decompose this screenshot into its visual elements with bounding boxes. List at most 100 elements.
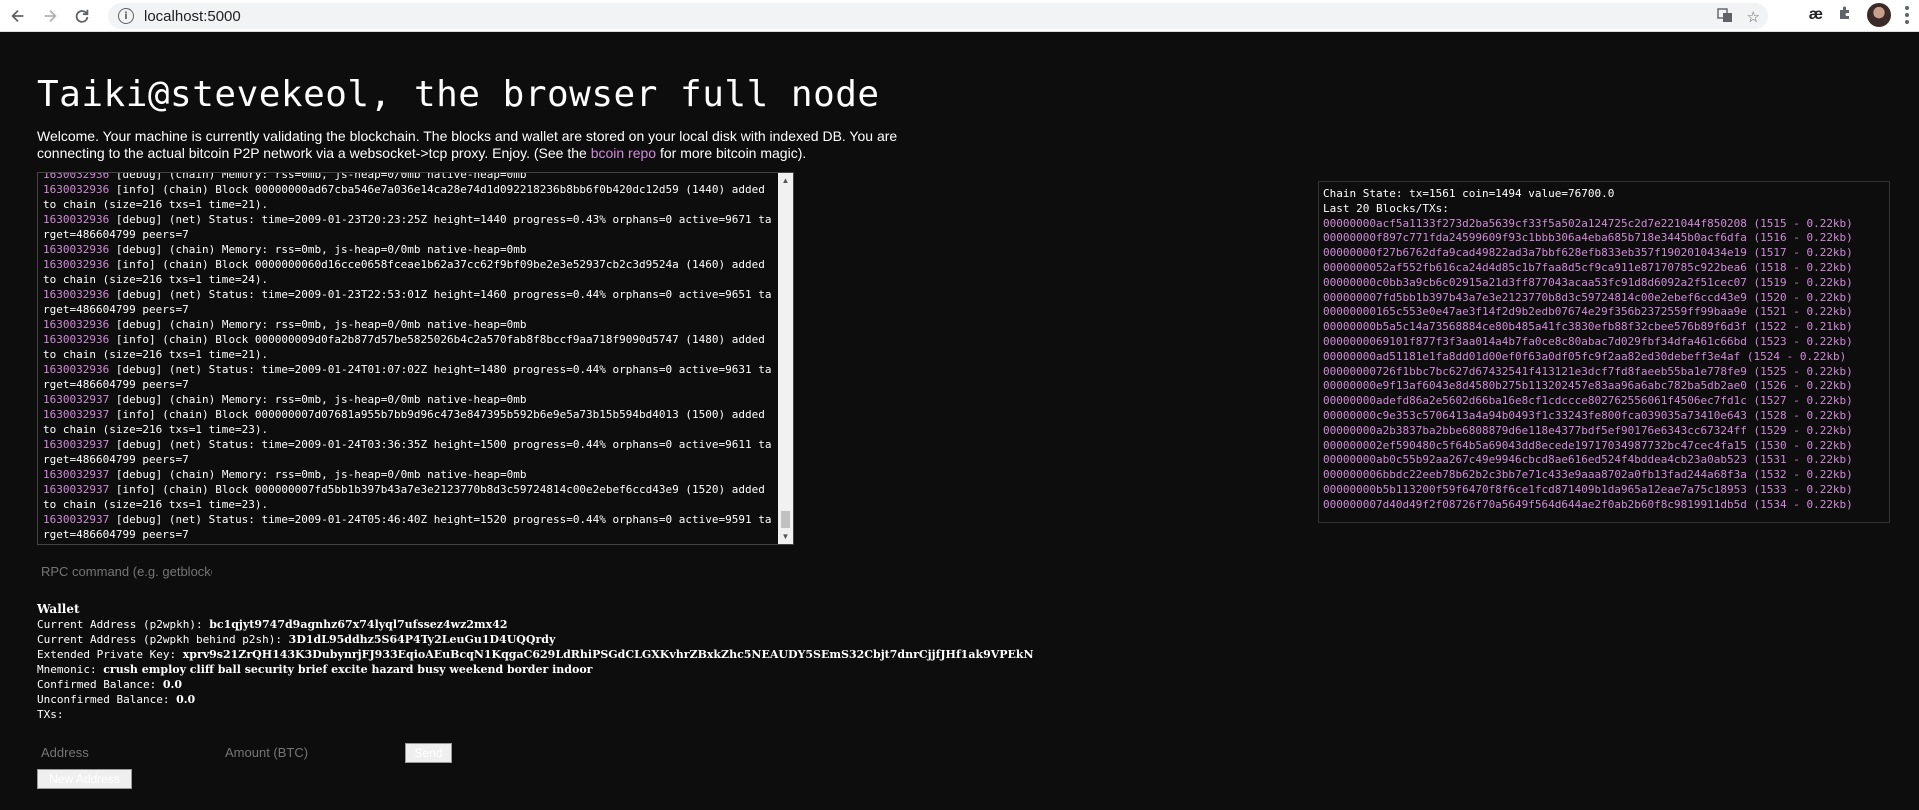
log-line: 1630032936 [debug] (chain) Memory: rss=0… [43, 242, 773, 257]
browser-menu-icon[interactable] [1905, 6, 1909, 24]
block-row[interactable]: 000000007fd5bb1b397b43a7e3e2123770b8d3c5… [1323, 291, 1885, 306]
send-amount-input[interactable] [221, 741, 396, 763]
back-icon[interactable] [4, 2, 32, 30]
log-timestamp: 1630032937 [43, 468, 110, 481]
block-hash: 00000000a2b3837ba2bbe6808879d6e118e4377b… [1323, 423, 1747, 437]
log-timestamp: 1630032936 [43, 258, 110, 271]
block-row[interactable]: 00000000acf5a1133f273d2ba5639cf33f5a502a… [1323, 217, 1885, 232]
block-info: (1530 - 0.22kb) [1746, 438, 1853, 452]
unconfirmed-balance-row: Unconfirmed Balance: 0.0 [37, 692, 1034, 707]
block-row[interactable]: 00000000adefd86a2e5602d66ba16e8cf1cdccce… [1323, 394, 1885, 409]
log-timestamp: 1630032936 [43, 333, 110, 346]
block-row[interactable]: 00000000c0bb3a9cb6c02915a21d3ff877043aca… [1323, 276, 1885, 291]
unconfirmed-label: Unconfirmed Balance: [37, 693, 177, 706]
block-row[interactable]: 0000000052af552fb616ca24d4d85c1b7faa8d5c… [1323, 261, 1885, 276]
xpriv-value: xprv9s21ZrQH143K3DubynrjFJ933EqioAEuBcqN… [182, 648, 1034, 661]
log-line: 1630032936 [debug] (chain) Memory: rss=0… [43, 317, 773, 332]
send-button[interactable]: Send [405, 743, 452, 763]
profile-avatar[interactable] [1867, 3, 1891, 27]
p2sh-address: 3D1dL95ddhz5S64P4Ty2LeuGu1D4UQQrdy [288, 633, 556, 646]
log-timestamp: 1630032936 [43, 363, 110, 376]
block-row[interactable]: 000000006bbdc22eeb78b62b2c3bb7e71c433e9a… [1323, 468, 1885, 483]
block-info: (1532 - 0.22kb) [1746, 468, 1853, 482]
block-info: (1529 - 0.22kb) [1746, 423, 1853, 437]
new-address-button[interactable]: New Address [37, 769, 132, 789]
block-info: (1523 - 0.22kb) [1746, 334, 1853, 348]
block-info: (1533 - 0.22kb) [1746, 482, 1853, 496]
bcoin-repo-link[interactable]: bcoin repo [591, 145, 656, 161]
block-row[interactable]: 000000007d40d49f2f08726f70a5649f564d644a… [1323, 498, 1885, 513]
unconfirmed-balance: 0.0 [176, 693, 196, 706]
block-hash: 00000000c9e353c5706413a4a94b0493f1c33243… [1323, 408, 1747, 422]
scroll-up-icon[interactable]: ▲ [778, 173, 793, 188]
log-scrollbar[interactable]: ▲ ▼ [778, 173, 793, 544]
block-row[interactable]: 00000000b5b113200f59f6470f8f6ce1fcd87140… [1323, 483, 1885, 498]
log-message: [debug] (chain) Memory: rss=0mb, js-heap… [109, 393, 527, 406]
block-row[interactable]: 0000000069101f877f3f3aa014a4b7fa0ce8c80a… [1323, 335, 1885, 350]
block-row[interactable]: 00000000e9f13af6043e8d4580b275b113202457… [1323, 379, 1885, 394]
block-row[interactable]: 00000000c9e353c5706413a4a94b0493f1c33243… [1323, 409, 1885, 424]
log-message: [debug] (net) Status: time=2009-01-23T22… [43, 288, 772, 316]
rpc-command-input[interactable] [37, 559, 212, 583]
block-hash: 0000000069101f877f3f3aa014a4b7fa0ce8c80a… [1323, 334, 1747, 348]
log-timestamp: 1630032936 [43, 183, 110, 196]
log-console[interactable]: 1630032936 [debug] (chain) Memory: rss=0… [37, 172, 794, 545]
extension-ae-icon[interactable]: æ [1809, 6, 1823, 24]
send-address-input[interactable] [37, 741, 212, 763]
forward-icon[interactable] [36, 2, 64, 30]
confirmed-label: Confirmed Balance: [37, 678, 163, 691]
block-row[interactable]: 000000002ef590480c5f64b5a69043dd8ecede19… [1323, 439, 1885, 454]
mnemonic-label: Mnemonic: [37, 663, 104, 676]
log-message: [debug] (net) Status: time=2009-01-24T05… [43, 513, 772, 541]
log-timestamp: 1630032936 [43, 172, 110, 181]
page-title: Taiki@stevekeol, the browser full node [37, 74, 880, 115]
block-info: (1524 - 0.22kb) [1740, 349, 1847, 363]
translate-icon[interactable] [1716, 7, 1733, 27]
log-line: 1630032936 [debug] (net) Status: time=20… [43, 212, 773, 242]
log-line: 1630032936 [info] (chain) Block 00000000… [43, 257, 773, 287]
puzzle-extensions-icon[interactable] [1837, 5, 1853, 26]
mnemonic-value: crush employ cliff ball security brief e… [103, 663, 593, 676]
block-row[interactable]: 00000000f27b6762dfa9cad49822ad3a7bbf628e… [1323, 246, 1885, 261]
block-info: (1516 - 0.22kb) [1746, 231, 1853, 245]
site-info-icon[interactable]: i [118, 8, 134, 24]
block-row[interactable]: 00000000ad51181e1fa8dd01d00ef0f63a0df05f… [1323, 350, 1885, 365]
log-message: [debug] (chain) Memory: rss=0mb, js-heap… [109, 243, 527, 256]
log-message: [info] (chain) Block 000000009d0fa2b877d… [43, 333, 772, 361]
block-row[interactable]: 00000000b5a5c14a73568884ce80b485a41fc383… [1323, 320, 1885, 335]
log-message: [debug] (chain) Memory: rss=0mb, js-heap… [109, 172, 527, 181]
block-row[interactable]: 00000000726f1bbc7bc627d67432541f413121e3… [1323, 365, 1885, 380]
log-line: 1630032937 [debug] (chain) Memory: rss=0… [43, 467, 773, 482]
block-info: (1531 - 0.22kb) [1746, 453, 1853, 467]
block-row[interactable]: 00000000ab0c55b92aa267c49e9946cbcd8ae616… [1323, 453, 1885, 468]
log-line: 1630032936 [info] (chain) Block 00000000… [43, 182, 773, 212]
block-row[interactable]: 00000000165c553e0e47ae3f14f2d9b2edb07674… [1323, 305, 1885, 320]
block-row[interactable]: 00000000a2b3837ba2bbe6808879d6e118e4377b… [1323, 424, 1885, 439]
log-timestamp: 1630032937 [43, 408, 110, 421]
intro-text: Welcome. Your machine is currently valid… [37, 128, 937, 162]
block-row[interactable]: 00000000f897c771fda24599609f93c1bbb306a4… [1323, 231, 1885, 246]
log-message: [debug] (chain) Memory: rss=0mb, js-heap… [109, 468, 527, 481]
log-timestamp: 1630032936 [43, 288, 110, 301]
wallet-panel: Wallet Current Address (p2wpkh): bc1qjyt… [37, 602, 1034, 722]
block-hash: 00000000ad51181e1fa8dd01d00ef0f63a0df05f… [1323, 349, 1741, 363]
log-line: 1630032936 [info] (chain) Block 00000000… [43, 332, 773, 362]
reload-icon[interactable] [68, 2, 96, 30]
address-bar[interactable]: i localhost:5000 ☆ [108, 3, 1768, 29]
block-info: (1526 - 0.22kb) [1746, 379, 1853, 393]
bookmark-star-icon[interactable]: ☆ [1747, 8, 1760, 26]
scroll-down-icon[interactable]: ▼ [778, 529, 793, 544]
p2sh-address-row: Current Address (p2wpkh behind p2sh): 3D… [37, 632, 1034, 647]
log-line: 1630032937 [debug] (net) Status: time=20… [43, 437, 773, 467]
block-hash: 00000000b5a5c14a73568884ce80b485a41fc383… [1323, 320, 1747, 334]
block-hash: 000000007fd5bb1b397b43a7e3e2123770b8d3c5… [1323, 290, 1747, 304]
log-line: 1630032936 [debug] (chain) Memory: rss=0… [43, 172, 773, 182]
log-message: [debug] (net) Status: time=2009-01-24T03… [43, 438, 772, 466]
block-info: (1534 - 0.22kb) [1746, 497, 1853, 511]
block-info: (1521 - 0.22kb) [1746, 305, 1853, 319]
scroll-thumb[interactable] [781, 511, 790, 528]
block-hash: 00000000165c553e0e47ae3f14f2d9b2edb07674… [1323, 305, 1747, 319]
block-hash: 00000000ab0c55b92aa267c49e9946cbcd8ae616… [1323, 453, 1747, 467]
block-hash: 00000000f27b6762dfa9cad49822ad3a7bbf628e… [1323, 246, 1747, 260]
block-hash: 00000000f897c771fda24599609f93c1bbb306a4… [1323, 231, 1747, 245]
